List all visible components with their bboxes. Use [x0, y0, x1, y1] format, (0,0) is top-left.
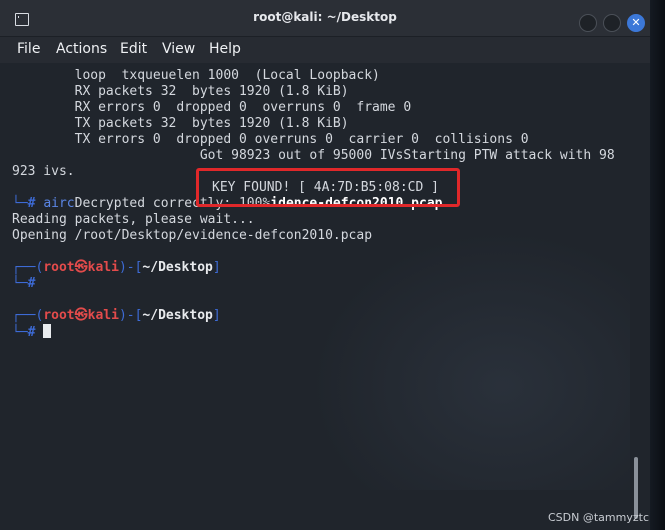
output-line: RX errors 0 dropped 0 overruns 0 frame 0: [12, 100, 412, 115]
output-line: Opening /root/Desktop/evidence-defcon201…: [12, 228, 373, 243]
prompt-line: ┌──(root㉿kali)-[~/Desktop]: [12, 308, 221, 324]
prompt-end: └─: [12, 325, 28, 340]
menu-bar: File Actions Edit View Help: [0, 37, 650, 63]
prompt-close: ]: [212, 260, 221, 275]
menu-file[interactable]: File: [17, 41, 40, 57]
output-line: TX packets 32 bytes 1920 (1.8 KiB): [12, 116, 349, 131]
prompt-path: ~/Desktop: [142, 308, 213, 323]
output-line: loop txqueuelen 1000 (Local Loopback): [12, 68, 380, 83]
prompt-open: ┌──(: [12, 260, 44, 275]
menu-help[interactable]: Help: [209, 41, 241, 57]
menu-edit[interactable]: Edit: [120, 41, 147, 57]
menu-actions[interactable]: Actions: [56, 41, 107, 57]
prompt-hash: #: [27, 276, 36, 291]
prompt-line: ┌──(root㉿kali)-[~/Desktop]: [12, 260, 221, 276]
prompt-user: root㉿kali: [43, 260, 119, 275]
window-title: root@kali: ~/Desktop: [253, 10, 397, 24]
prompt-hash: #: [27, 196, 36, 211]
prompt-line-end: └─#: [12, 276, 35, 292]
prompt-close: ]: [212, 308, 221, 323]
highlight-box: [196, 168, 460, 207]
output-line: TX errors 0 dropped 0 overruns 0 carrier…: [12, 132, 529, 147]
prompt-hash: #: [27, 325, 36, 340]
watermark: CSDN @tammyztc: [548, 511, 649, 524]
close-button[interactable]: ✕: [627, 14, 645, 32]
output-line: 923 ivs.: [12, 164, 75, 179]
prompt-mid: )-[: [118, 308, 143, 323]
prompt-line-end: └─#: [12, 324, 52, 341]
prompt-mid: )-[: [118, 260, 143, 275]
output-line: RX packets 32 bytes 1920 (1.8 KiB): [12, 84, 349, 99]
output-line: Got 98923 out of 95000 IVsStarting PTW a…: [12, 148, 615, 163]
prompt-marker: └─: [12, 196, 28, 211]
menu-view[interactable]: View: [162, 41, 195, 57]
output-line: Reading packets, please wait...: [12, 212, 255, 227]
close-icon: ✕: [631, 16, 641, 29]
prompt-end: └─: [12, 276, 28, 291]
minimize-button[interactable]: [579, 14, 597, 32]
prompt-path: ~/Desktop: [142, 260, 213, 275]
prompt-open: ┌──(: [12, 308, 44, 323]
maximize-button[interactable]: [603, 14, 621, 32]
command-text: airc: [43, 196, 75, 211]
terminal-output[interactable]: loop txqueuelen 1000 (Local Loopback) RX…: [0, 63, 650, 530]
scrollbar-thumb[interactable]: [634, 457, 638, 519]
desktop-background: [650, 0, 665, 530]
prompt-user: root㉿kali: [43, 308, 119, 323]
title-bar[interactable]: root@kali: ~/Desktop ✕: [0, 0, 650, 37]
text-cursor: [43, 324, 52, 338]
terminal-window: root@kali: ~/Desktop ✕ File Actions Edit…: [0, 0, 650, 530]
background-art: [310, 230, 630, 490]
